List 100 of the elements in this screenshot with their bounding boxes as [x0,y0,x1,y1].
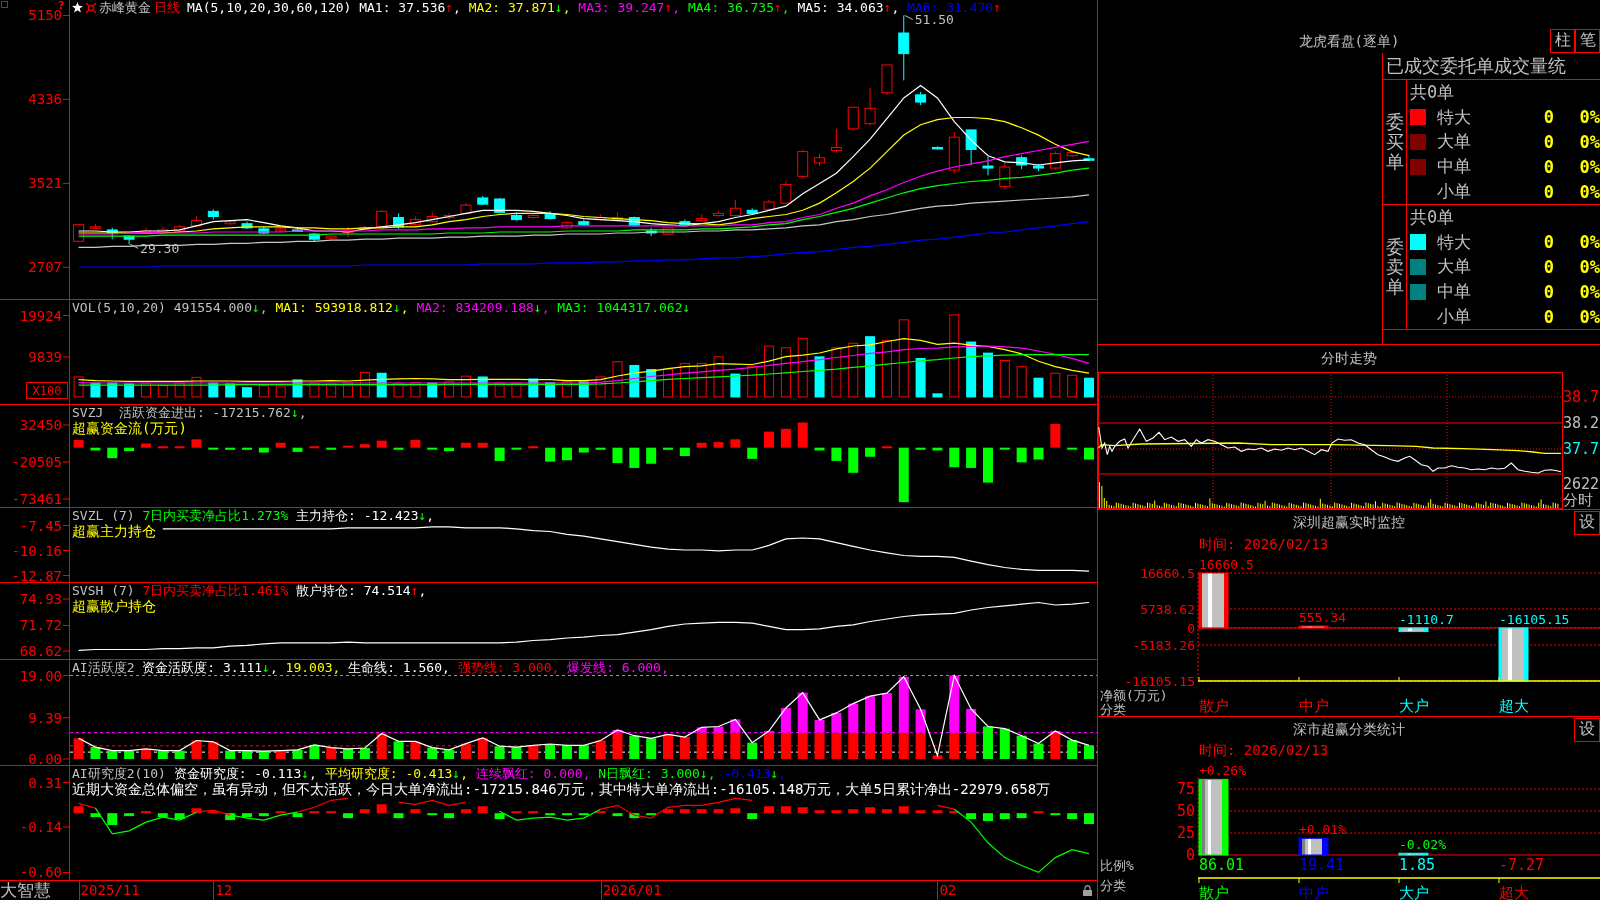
y-tick-label: 75 [1176,780,1195,799]
order-count: 0 [1542,232,1554,253]
value-label: -1110.7 [1399,611,1454,627]
y-tick-label: 74.93 [19,591,62,607]
order-share: 0% [1578,232,1600,253]
date-text: 时间: 2026/02/13 [1199,742,1329,758]
indicator-legend: VOL(5,10,20) 491554.000↓, MA1: 593918.812↓, MA2: 834209.188↓, MA3: 1044317.062↓ [72,300,691,315]
indicator-note: 超赢散户持仓 [72,598,157,614]
panel-title: 深市超赢分类统计 [1293,720,1405,739]
brand-label: 大智慧 [0,881,51,900]
price-label: 38.7 [1563,389,1600,405]
y-tick-label: 0 [1187,620,1195,636]
indicator-legend: SVZL (7) 7日内买卖净占比1.273% 主力持仓: -12.423↓, [72,508,435,523]
category-label: 超大 [1499,884,1529,900]
order-share: 0% [1578,132,1600,152]
value-label: 19.41 [1299,856,1345,874]
y-tick-label: -0.60 [19,864,62,880]
size-label: 中单 [1437,280,1472,304]
y-tick-label: 32450 [19,417,62,433]
unit-label: X100 [26,382,68,399]
y-axis-title: X100 [32,384,62,398]
size-label: 小单 [1437,180,1472,204]
price-label: 37.7 [1563,441,1600,457]
indicator-legend: SVZJ 活跃资金进出: -17215.762↓, [72,405,307,420]
indicator-note: 近期大资金总体偏空，虽有异动，但不太活跃，今日大单净流出:-17215.846万元，其中特大单净流出:-16105.148万元，大单5日累计净出-22979.658万 [72,781,1051,797]
y-tick-label: 25 [1176,824,1195,842]
indicator-legend: AI活跃度2 资金活跃度: 3.111↓, 19.003, 生命线: 1.560, 强势线: 3.000, 爆发线: 6.000, [72,660,669,675]
value-label: -16105.15 [1499,611,1570,627]
value-label: 1.85 [1399,856,1436,874]
size-label: 小单 [1437,305,1472,329]
size-label: 特大 [1437,105,1472,129]
group-label: 委卖单 [1385,237,1404,297]
size-label: 大单 [1437,130,1472,154]
order-share: 0% [1578,257,1600,277]
axis-title: 净额(万元) [1100,688,1168,703]
y-tick-label: 0.31 [28,774,62,791]
order-total: 共0单 [1409,80,1456,104]
order-share: 0% [1578,306,1600,327]
price-label: 分时 [1563,492,1594,508]
y-tick-label: 71.72 [19,617,62,634]
y-tick-label: 4336 [28,91,62,108]
size-label: 特大 [1437,230,1472,254]
y-tick-label: 5738.62 [1140,602,1195,617]
order-share: 0% [1578,181,1600,202]
y-tick-label: 0 [1185,846,1195,864]
y-tick-label: 0.00 [28,751,62,765]
price-annotation: 51.50 [904,12,954,28]
axis-title: 分类 [1100,702,1126,716]
indicator-note: 超赢主力持仓 [72,523,157,539]
price-label: 2622 [1563,476,1600,492]
category-label: 散户 [1199,884,1229,900]
axis-title: 比例% [1100,858,1134,873]
category-label: 中户 [1299,884,1329,900]
category-label: 大户 [1399,884,1429,900]
y-tick-label: 68.62 [19,643,62,659]
category-label: 大户 [1399,697,1429,715]
stock-name: 赤峰黄金 [99,0,151,15]
order-count: 0 [1542,306,1554,327]
order-count: 0 [1542,181,1554,202]
value-label: -7.27 [1499,856,1545,874]
date-label: 02 [937,881,957,900]
order-count: 0 [1542,257,1554,277]
y-tick-label: 16660.5 [1140,566,1195,581]
y-tick-label: -12.87 [11,567,62,582]
order-share: 0% [1578,156,1600,177]
order-total: 共0单 [1409,205,1456,229]
order-count: 0 [1542,107,1554,128]
y-tick-label: -73461 [11,491,62,507]
panel-title: 龙虎看盘(逐单) [1298,31,1400,51]
annotation: 29.30 [140,241,180,257]
indicator-note: 超赢资金流(万元) [72,420,188,436]
y-tick-label: 9.39 [28,709,62,726]
axis-title: 分类 [1100,878,1126,893]
y-tick-label: 3521 [28,175,62,192]
order-share: 0% [1578,107,1600,128]
category-label: 散户 [1199,697,1229,715]
order-share: 0% [1578,281,1600,302]
price-annotation: 29.30 [129,241,180,257]
value-label: 555.34 [1299,610,1346,626]
y-tick-label: 2707 [28,259,62,276]
y-tick-label: 19924 [19,307,62,324]
change-label: +0.26% [1199,763,1246,779]
annotation: 51.50 [914,12,954,28]
y-tick-label: -16105.15 [1124,674,1195,689]
panel-title: 分时走势 [1321,349,1377,368]
size-label: 中单 [1437,155,1472,179]
y-tick-label: -7.45 [19,517,62,534]
order-count: 0 [1542,132,1554,152]
order-count: 0 [1542,156,1554,177]
group-label: 委买单 [1385,112,1404,172]
category-label: 中户 [1299,697,1329,715]
date-label: 2025/11 [78,881,140,900]
date-text: 时间: 2026/02/13 [1199,536,1329,552]
y-tick-label: -5183.26 [1132,638,1195,653]
y-tick-label: 19.00 [19,667,62,684]
y-tick-label: 9839 [28,349,62,365]
date-label: 12 [213,881,233,900]
y-tick-label: 50 [1176,802,1195,820]
category-label: 超大 [1499,697,1529,715]
change-label: +0.01% [1299,822,1346,838]
